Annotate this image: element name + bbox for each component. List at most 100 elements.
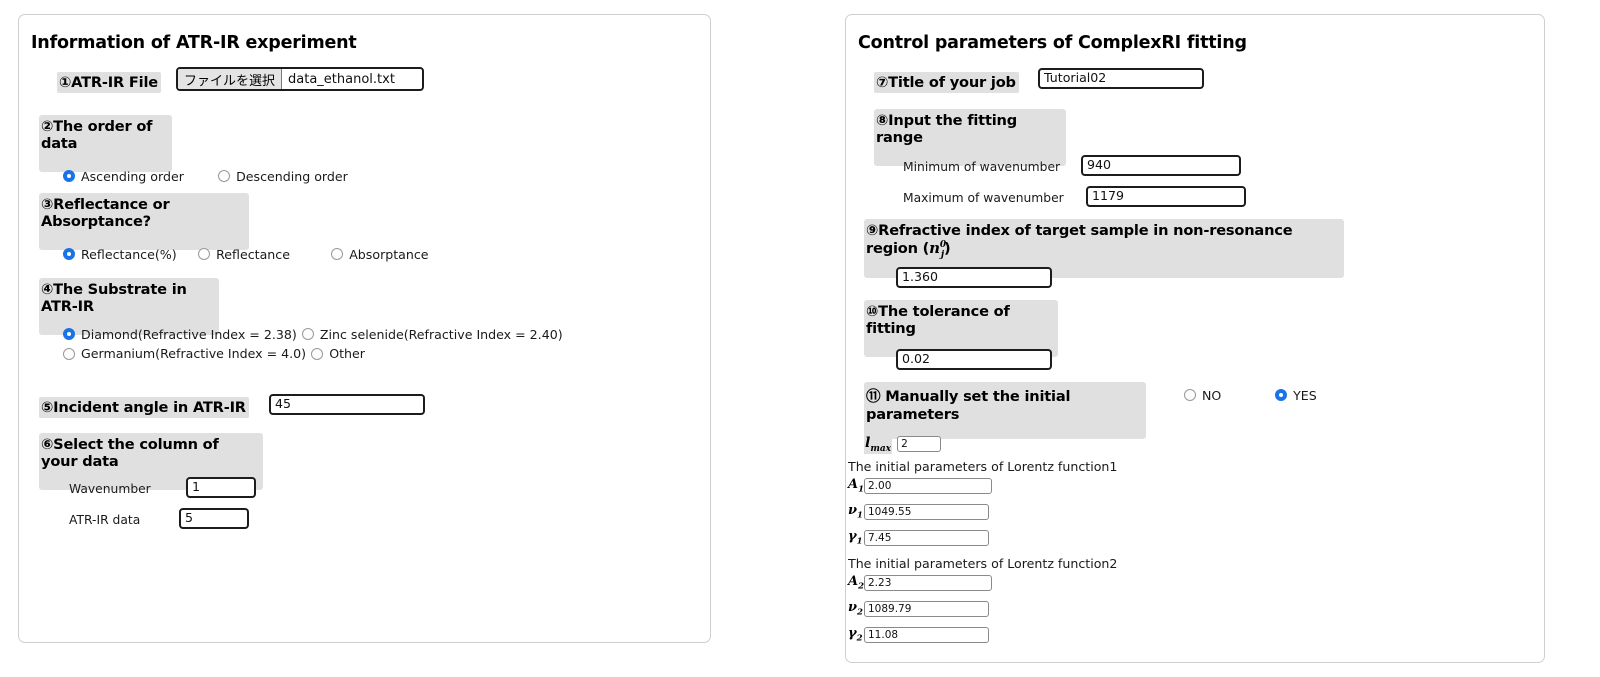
lorentz2-frequency-row: ν2 1089.79 (848, 600, 989, 618)
lorentz1-frequency-input[interactable]: 1049.55 (864, 503, 989, 520)
order-of-data-label-wrap: ②The order of data (39, 115, 172, 172)
max-wavenumber-label: Maximum of wavenumber (903, 191, 1064, 205)
job-title-input[interactable]: Tutorial02 (1038, 68, 1204, 89)
radio-label: Other (329, 346, 365, 361)
lmax-row: lmax 2 (864, 435, 942, 454)
radio-label: Reflectance(%) (81, 246, 177, 262)
radio-circle-icon[interactable] (63, 347, 75, 360)
atr-ir-file-label-wrap: ①ATR-IR File (57, 72, 161, 93)
radio-zinc-selenide[interactable]: Zinc selenide(Refractive Index = 2.40) (301, 326, 563, 342)
job-title-label-wrap: ⑦Title of your job (874, 72, 1019, 93)
radio-label: Ascending order (81, 168, 184, 184)
radio-circle-icon[interactable] (1275, 389, 1288, 401)
atr-ir-file-input[interactable]: ファイルを選択 data_ethanol.txt (176, 67, 424, 91)
refractive-index-label-suffix: ) (943, 240, 951, 257)
left-panel: Information of ATR-IR experiment ①ATR-IR… (18, 14, 711, 643)
reflectance-absorptance-label-wrap: ③Reflectance or Absorptance? (39, 193, 249, 250)
wavenumber-column-value: 1 (192, 479, 201, 495)
app-root: Information of ATR-IR experiment ①ATR-IR… (0, 0, 1600, 677)
radio-circle-icon[interactable] (63, 328, 75, 340)
radio-circle-icon[interactable] (311, 347, 324, 360)
incident-angle-value: 45 (275, 396, 292, 412)
refractive-index-value: 1.360 (902, 269, 939, 285)
radio-ascending-order[interactable]: Ascending order (63, 169, 213, 184)
atr-ir-data-column-value: 5 (185, 510, 194, 526)
radio-diamond[interactable]: Diamond(Refractive Index = 2.38) (63, 327, 297, 342)
lorentz2-damping-symbol: γ2 (848, 626, 863, 644)
refractive-index-input[interactable]: 1.360 (896, 267, 1052, 288)
min-wavenumber-input[interactable]: 940 (1081, 155, 1241, 176)
radio-label: Reflectance (216, 246, 290, 262)
reflectance-radio-group[interactable]: Reflectance(%) Reflectance Absorptance (63, 245, 429, 264)
radio-label: Germanium(Refractive Index = 4.0) (81, 346, 307, 361)
job-title-label: ⑦Title of your job (874, 72, 1019, 93)
manual-params-label-wrap: ⑪ Manually set the initial parameters (864, 382, 1146, 439)
radio-absorptance[interactable]: Absorptance (331, 246, 429, 262)
lorentz2-damping-input[interactable]: 11.08 (864, 626, 989, 643)
radio-circle-icon[interactable] (63, 248, 75, 260)
lorentz1-damping-value: 7.45 (868, 531, 892, 544)
lorentz2-amplitude-value: 2.23 (868, 576, 892, 589)
lorentz2-frequency-value: 1089.79 (868, 602, 912, 615)
atr-ir-file-label: ①ATR-IR File (57, 72, 161, 93)
job-title-value: Tutorial02 (1044, 70, 1107, 86)
radio-label: Descending order (236, 168, 348, 184)
radio-circle-icon[interactable] (331, 248, 344, 260)
lorentz1-damping-input[interactable]: 7.45 (864, 529, 989, 546)
incident-angle-label: ⑤Incident angle in ATR-IR (39, 397, 249, 418)
lorentz1-damping-row: γ1 7.45 (848, 529, 989, 547)
tolerance-input[interactable]: 0.02 (896, 349, 1052, 370)
radio-manual-params-no[interactable]: NO (1184, 388, 1270, 403)
radio-circle-icon[interactable] (198, 248, 211, 260)
min-wavenumber-value: 940 (1087, 157, 1112, 173)
atr-ir-data-column-input[interactable]: 5 (179, 508, 249, 529)
radio-circle-icon[interactable] (301, 328, 314, 340)
lorentz1-frequency-symbol: ν1 (848, 503, 863, 521)
wavenumber-column-label: Wavenumber (69, 482, 151, 496)
lorentz1-amplitude-input[interactable]: 2.00 (864, 477, 992, 494)
radio-manual-params-yes[interactable]: YES (1275, 388, 1317, 403)
lorentz1-heading: The initial parameters of Lorentz functi… (848, 459, 1118, 474)
lorentz2-heading: The initial parameters of Lorentz functi… (848, 556, 1118, 571)
max-wavenumber-input[interactable]: 1179 (1086, 186, 1246, 207)
choose-file-button[interactable]: ファイルを選択 (178, 69, 283, 89)
radio-other[interactable]: Other (311, 346, 365, 361)
tolerance-value: 0.02 (902, 351, 931, 367)
refractive-index-symbol: n0j (929, 239, 946, 260)
radio-reflectance-percent[interactable]: Reflectance(%) (63, 247, 193, 262)
lorentz1-amplitude-symbol: A1 (848, 477, 865, 495)
lmax-input[interactable]: 2 (897, 436, 942, 453)
wavenumber-column-input[interactable]: 1 (186, 477, 256, 498)
substrate-radio-group[interactable]: Diamond(Refractive Index = 2.38) Zinc se… (63, 325, 710, 364)
radio-germanium[interactable]: Germanium(Refractive Index = 4.0) (63, 346, 306, 361)
radio-circle-icon[interactable] (1184, 389, 1196, 401)
radio-descending-order[interactable]: Descending order (218, 169, 348, 184)
min-wavenumber-label: Minimum of wavenumber (903, 160, 1061, 174)
lorentz1-amplitude-row: A1 2.00 (848, 477, 992, 495)
incident-angle-input[interactable]: 45 (269, 394, 425, 415)
radio-label: Zinc selenide(Refractive Index = 2.40) (319, 326, 563, 342)
lorentz2-frequency-input[interactable]: 1089.79 (864, 600, 989, 617)
lorentz1-frequency-row: ν1 1049.55 (848, 503, 989, 521)
fitting-range-label-wrap: ⑧Input the fitting range (874, 109, 1066, 166)
atr-ir-data-column-label: ATR-IR data (69, 513, 141, 527)
radio-label: Absorptance (349, 246, 429, 262)
radio-circle-icon[interactable] (63, 170, 75, 182)
order-of-data-label: ②The order of data (39, 115, 172, 172)
lmax-subscript: max (870, 443, 892, 454)
lorentz1-damping-symbol: γ1 (848, 529, 863, 547)
manual-params-label: ⑪ Manually set the initial parameters (864, 382, 1146, 439)
radio-reflectance[interactable]: Reflectance (198, 247, 326, 262)
radio-circle-icon[interactable] (218, 170, 231, 182)
order-of-data-radio-group[interactable]: Ascending order Descending order (63, 167, 348, 186)
lorentz2-frequency-symbol: ν2 (848, 600, 863, 618)
selected-file-name: data_ethanol.txt (288, 71, 395, 87)
right-panel-title: Control parameters of ComplexRI fitting (858, 33, 1247, 53)
lorentz2-amplitude-symbol: A2 (848, 574, 865, 592)
lorentz1-frequency-value: 1049.55 (868, 505, 912, 518)
lmax-symbol: lmax (864, 435, 893, 454)
manual-params-radio-group[interactable]: NO YES (1184, 386, 1317, 405)
lorentz2-amplitude-row: A2 2.23 (848, 574, 992, 592)
left-panel-title: Information of ATR-IR experiment (31, 33, 357, 53)
lorentz2-amplitude-input[interactable]: 2.23 (864, 574, 992, 591)
